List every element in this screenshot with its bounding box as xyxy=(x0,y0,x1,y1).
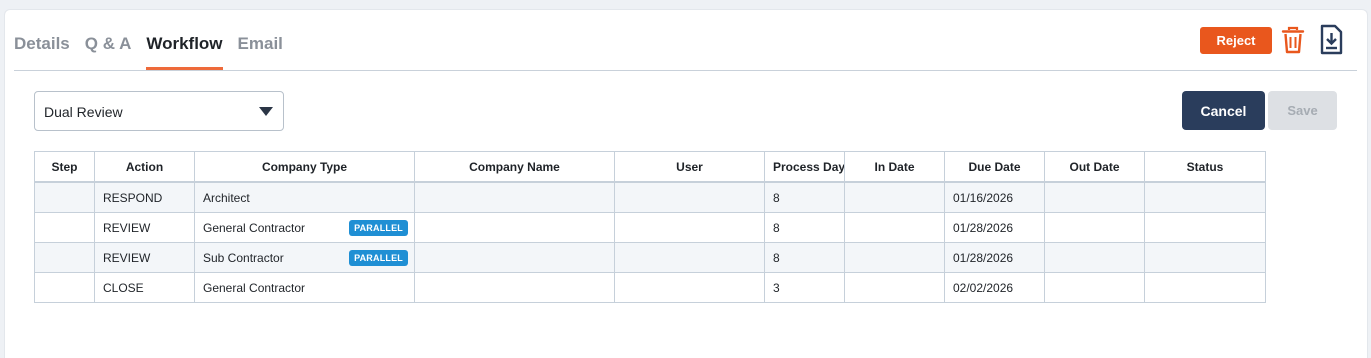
out-date-cell xyxy=(1044,272,1145,303)
company-type-value: Architect xyxy=(203,190,250,205)
save-button: Save xyxy=(1268,91,1337,130)
table-row[interactable]: CLOSE General Contractor 3 02/02/2026 xyxy=(34,272,1266,303)
company-type-value: General Contractor xyxy=(203,220,306,235)
table-header-row: Step Action Company Type Company Name Us… xyxy=(34,151,1266,183)
workflow-table: Step Action Company Type Company Name Us… xyxy=(34,151,1266,303)
step-cell xyxy=(34,272,95,303)
table-row[interactable]: REVIEW General Contractor PARALLEL 8 01/2… xyxy=(34,212,1266,243)
column-header-process-days[interactable]: Process Days xyxy=(764,151,845,183)
company-type-cell: Architect xyxy=(194,181,415,213)
column-header-company-type[interactable]: Company Type xyxy=(194,151,415,183)
due-date-cell: 01/28/2026 xyxy=(944,212,1045,243)
column-header-company-name[interactable]: Company Name xyxy=(414,151,615,183)
process-days-cell: 8 xyxy=(764,242,845,273)
user-cell[interactable] xyxy=(614,212,765,243)
out-date-cell xyxy=(1044,212,1145,243)
company-type-cell: General Contractor xyxy=(194,272,415,303)
tab-details[interactable]: Details xyxy=(14,34,70,70)
workflow-template-select[interactable]: Dual Review xyxy=(34,91,284,131)
user-cell[interactable] xyxy=(614,242,765,273)
status-cell xyxy=(1144,272,1266,303)
process-days-cell: 3 xyxy=(764,272,845,303)
in-date-cell xyxy=(844,272,945,303)
download-icon[interactable] xyxy=(1318,24,1345,56)
action-cell: REVIEW xyxy=(94,212,195,243)
parallel-badge: PARALLEL xyxy=(349,250,408,266)
in-date-cell xyxy=(844,242,945,273)
column-header-status[interactable]: Status xyxy=(1144,151,1266,183)
tab-bar: Details Q & A Workflow Email xyxy=(14,34,298,70)
company-name-cell[interactable] xyxy=(414,242,615,273)
tab-divider xyxy=(14,70,1357,71)
reject-button[interactable]: Reject xyxy=(1200,27,1272,54)
action-cell: REVIEW xyxy=(94,242,195,273)
step-cell xyxy=(34,212,95,243)
action-cell: RESPOND xyxy=(94,181,195,213)
company-type-value: Sub Contractor xyxy=(203,250,284,265)
column-header-action[interactable]: Action xyxy=(94,151,195,183)
company-name-cell[interactable] xyxy=(414,212,615,243)
table-row[interactable]: REVIEW Sub Contractor PARALLEL 8 01/28/20… xyxy=(34,242,1266,273)
status-cell xyxy=(1144,242,1266,273)
column-header-user[interactable]: User xyxy=(614,151,765,183)
user-cell[interactable] xyxy=(614,272,765,303)
in-date-cell xyxy=(844,212,945,243)
process-days-cell: 8 xyxy=(764,212,845,243)
column-header-step[interactable]: Step xyxy=(34,151,95,183)
company-type-cell: Sub Contractor PARALLEL xyxy=(194,242,415,273)
workflow-template-value: Dual Review xyxy=(44,104,123,120)
status-cell xyxy=(1144,212,1266,243)
due-date-cell: 02/02/2026 xyxy=(944,272,1045,303)
step-cell xyxy=(34,242,95,273)
user-cell[interactable] xyxy=(614,181,765,213)
action-cell: CLOSE xyxy=(94,272,195,303)
column-header-due-date[interactable]: Due Date xyxy=(944,151,1045,183)
table-row[interactable]: RESPOND Architect 8 01/16/2026 xyxy=(34,181,1266,213)
column-header-in-date[interactable]: In Date xyxy=(844,151,945,183)
out-date-cell xyxy=(1044,181,1145,213)
tab-email[interactable]: Email xyxy=(238,34,283,70)
tab-qa[interactable]: Q & A xyxy=(85,34,132,70)
company-type-value: General Contractor xyxy=(203,280,306,295)
status-cell xyxy=(1144,181,1266,213)
parallel-badge: PARALLEL xyxy=(349,220,408,236)
step-cell xyxy=(34,181,95,213)
due-date-cell: 01/16/2026 xyxy=(944,181,1045,213)
in-date-cell xyxy=(844,181,945,213)
company-type-cell: General Contractor PARALLEL xyxy=(194,212,415,243)
caret-down-icon[interactable] xyxy=(259,107,273,116)
column-header-out-date[interactable]: Out Date xyxy=(1044,151,1145,183)
trash-icon[interactable] xyxy=(1280,25,1306,55)
out-date-cell xyxy=(1044,242,1145,273)
due-date-cell: 01/28/2026 xyxy=(944,242,1045,273)
company-name-cell[interactable] xyxy=(414,272,615,303)
cancel-button[interactable]: Cancel xyxy=(1182,91,1265,130)
tab-workflow[interactable]: Workflow xyxy=(146,34,223,70)
company-name-cell[interactable] xyxy=(414,181,615,213)
process-days-cell: 8 xyxy=(764,181,845,213)
